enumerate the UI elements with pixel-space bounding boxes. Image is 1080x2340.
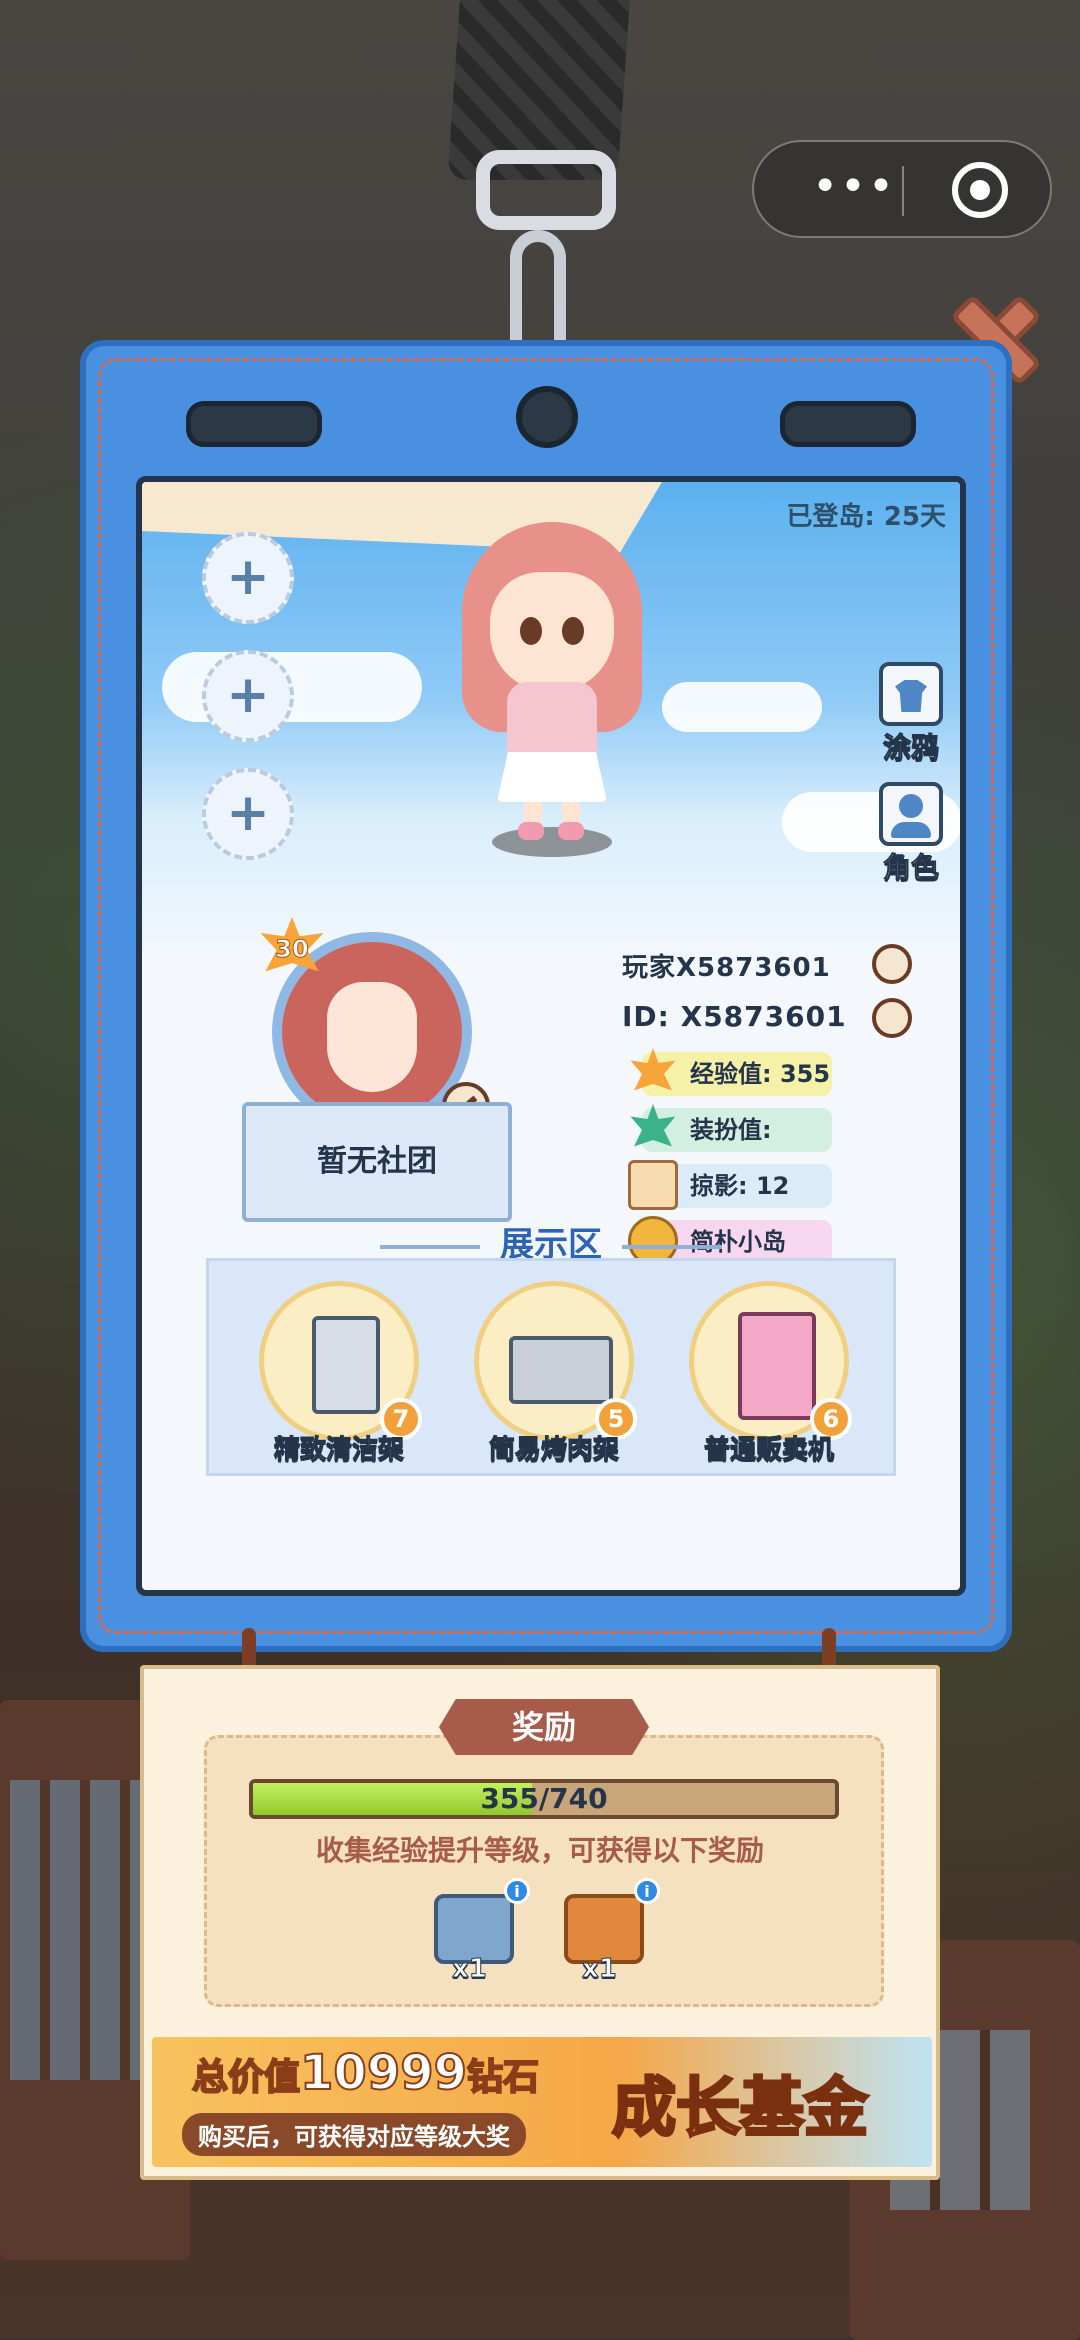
miniprogram-capsule: ••• bbox=[752, 140, 1052, 238]
level-number: 30 bbox=[275, 935, 309, 964]
graffiti-button[interactable]: 涂鸦 bbox=[876, 662, 946, 766]
level-star-icon bbox=[628, 1048, 678, 1098]
reward-title: 奖励 bbox=[439, 1699, 649, 1755]
reward-panel bbox=[204, 1735, 884, 2007]
showcase-item[interactable]: 7 精致清洁架 bbox=[239, 1281, 439, 1466]
player-name: 玩家X5873601 bbox=[622, 953, 831, 983]
reward-board: 奖励 355/740 收集经验提升等级，可获得以下奖励 i x1 i x1 总价… bbox=[140, 1665, 940, 2180]
lanyard-ring bbox=[476, 150, 616, 230]
info-icon[interactable]: i bbox=[504, 1878, 530, 1904]
level-badge: 30 bbox=[257, 917, 327, 981]
reward-item[interactable]: i x1 bbox=[564, 1878, 660, 1985]
copy-id-icon[interactable] bbox=[872, 998, 912, 1038]
badge-hole bbox=[516, 386, 578, 448]
days-on-island: 已登岛: 25天 bbox=[786, 502, 946, 532]
club-box[interactable]: 暂无社团 bbox=[242, 1102, 512, 1222]
edit-name-icon[interactable] bbox=[872, 944, 912, 984]
character-button[interactable]: 角色 bbox=[876, 782, 946, 886]
add-slot-button[interactable]: + bbox=[202, 768, 294, 860]
character-label: 角色 bbox=[882, 851, 939, 885]
graffiti-label: 涂鸦 bbox=[882, 731, 939, 765]
stat-experience: 经验值: 355 bbox=[630, 1048, 832, 1096]
more-icon[interactable]: ••• bbox=[794, 165, 914, 209]
fund-value: 总价值10999钻石 bbox=[191, 2044, 540, 2102]
bbq-grill-icon bbox=[509, 1336, 613, 1404]
showcase-area: 7 精致清洁架 5 简易烤肉架 6 普通贩卖机 bbox=[206, 1258, 896, 1476]
cleaning-rack-icon bbox=[312, 1316, 380, 1414]
shirt-icon bbox=[895, 680, 927, 712]
player-character bbox=[462, 522, 662, 862]
player-id: ID: X5873601 bbox=[622, 1000, 847, 1033]
capsule-divider bbox=[902, 166, 904, 216]
person-icon bbox=[891, 794, 931, 838]
stat-snapshots: 掠影: 12 bbox=[628, 1160, 832, 1210]
fund-logo: 成长基金 bbox=[611, 2070, 870, 2148]
add-slot-button[interactable]: + bbox=[202, 532, 294, 624]
showcase-item[interactable]: 6 普通贩卖机 bbox=[669, 1281, 869, 1466]
vending-machine-icon bbox=[738, 1312, 816, 1420]
profile-panel: 已登岛: 25天 + + + 涂鸦 角色 30 暂无社团 玩家X5873601 … bbox=[136, 476, 966, 1596]
add-slot-button[interactable]: + bbox=[202, 650, 294, 742]
exp-progress-bar: 355/740 bbox=[249, 1779, 839, 1819]
growth-fund-banner[interactable]: 总价值10999钻石 购买后，可获得对应等级大奖 成长基金 bbox=[152, 2037, 932, 2167]
photo-icon bbox=[628, 1160, 678, 1210]
fund-subtitle: 购买后，可获得对应等级大奖 bbox=[182, 2113, 526, 2156]
progress-text: 355/740 bbox=[480, 1782, 608, 1815]
close-program-icon[interactable] bbox=[952, 162, 1008, 218]
showcase-item[interactable]: 5 简易烤肉架 bbox=[454, 1281, 654, 1466]
badge-slot bbox=[186, 401, 322, 447]
badge-slot bbox=[780, 401, 916, 447]
star-trophy-icon bbox=[628, 1104, 678, 1154]
reward-description: 收集经验提升等级，可获得以下奖励 bbox=[315, 1834, 764, 1867]
id-badge-card: 已登岛: 25天 + + + 涂鸦 角色 30 暂无社团 玩家X5873601 … bbox=[80, 340, 1012, 1652]
stat-dressup: 装扮值: 1368 bbox=[630, 1104, 832, 1188]
reward-item[interactable]: i x1 bbox=[434, 1878, 530, 1985]
info-icon[interactable]: i bbox=[634, 1878, 660, 1904]
